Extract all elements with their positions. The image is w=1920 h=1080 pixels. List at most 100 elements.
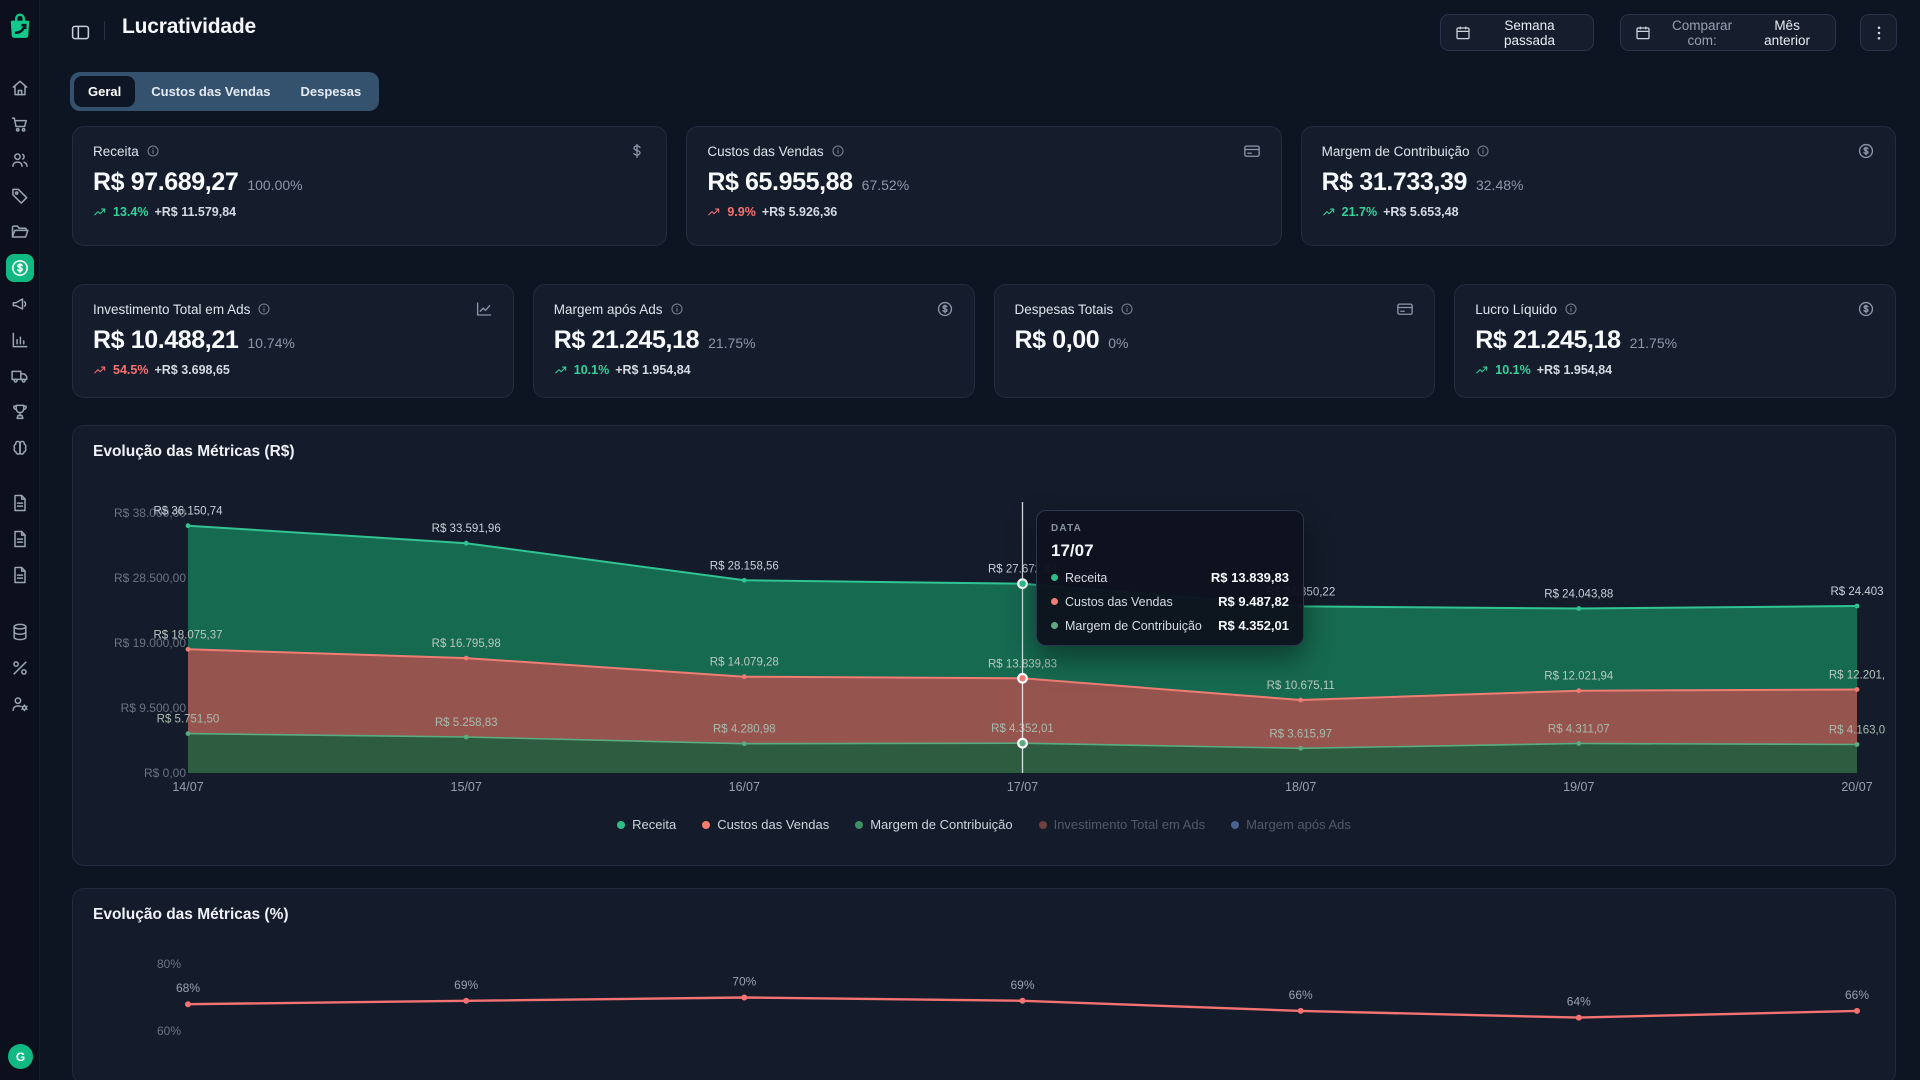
legend-item-investimento-total-em-ads[interactable]: Investimento Total em Ads: [1039, 817, 1206, 832]
hovered-point[interactable]: [1018, 739, 1027, 748]
sidebar-item-home[interactable]: [6, 74, 34, 102]
data-point[interactable]: [1576, 606, 1581, 611]
sidebar-item-shipping[interactable]: [6, 362, 34, 390]
data-point[interactable]: [464, 735, 469, 740]
data-point[interactable]: [464, 541, 469, 546]
data-point[interactable]: [463, 998, 469, 1004]
hovered-point[interactable]: [1018, 674, 1027, 683]
sidebar-item-fees[interactable]: [6, 654, 34, 682]
folder-icon: [10, 222, 30, 242]
data-point[interactable]: [186, 731, 191, 736]
more-options-button[interactable]: [1860, 14, 1897, 51]
sidebar-item-marketing[interactable]: [6, 290, 34, 318]
legend-label: Margem após Ads: [1246, 817, 1351, 832]
trend-up-icon: [1322, 205, 1336, 219]
sidebar-item-report-3[interactable]: [6, 561, 34, 589]
chartline-icon: [475, 300, 493, 318]
tooltip-row: ReceitaR$ 13.839,83: [1051, 570, 1289, 585]
sidebar-item-account-settings[interactable]: [6, 690, 34, 718]
user-avatar[interactable]: G: [8, 1044, 33, 1069]
data-point[interactable]: [742, 674, 747, 679]
data-point[interactable]: [1576, 741, 1581, 746]
data-point[interactable]: [742, 741, 747, 746]
sidebar-item-report-2[interactable]: [6, 525, 34, 553]
users-icon: [10, 150, 30, 170]
data-point[interactable]: [742, 578, 747, 583]
kpi-trend: 10.1%+R$ 1.954,84: [554, 363, 954, 377]
data-point[interactable]: [1855, 687, 1860, 692]
y-tick: 60%: [157, 1024, 181, 1038]
calendar-icon: [1455, 25, 1471, 41]
kpi-value: R$ 21.245,18: [1475, 326, 1620, 355]
kpi-label: Custos das Vendas: [707, 144, 823, 159]
tab-despesas[interactable]: Despesas: [286, 76, 375, 107]
sidebar-item-customers[interactable]: [6, 146, 34, 174]
data-point[interactable]: [186, 647, 191, 652]
file-icon: [10, 529, 30, 549]
data-point[interactable]: [1298, 746, 1303, 751]
info-icon: [257, 302, 271, 316]
info-icon: [146, 144, 160, 158]
point-label: R$ 12.021,94: [1544, 671, 1614, 683]
kpi-share: 10.74%: [247, 335, 294, 351]
data-point[interactable]: [1576, 688, 1581, 693]
kpi-value: R$ 0,00: [1015, 326, 1100, 355]
sidebar-item-profitability[interactable]: [6, 254, 34, 282]
app-logo-icon[interactable]: [7, 12, 33, 40]
sidebar-item-tags[interactable]: [6, 182, 34, 210]
tooltip-series-value: R$ 4.352,01: [1218, 618, 1289, 633]
dollar-icon: [10, 258, 30, 278]
data-point[interactable]: [1298, 1008, 1304, 1014]
sidebar-item-insights[interactable]: [6, 434, 34, 462]
sidebar-item-analytics[interactable]: [6, 326, 34, 354]
kpi-label: Margem de Contribuição: [1322, 144, 1470, 159]
sidebar-item-report-1[interactable]: [6, 489, 34, 517]
dollar-icon: [936, 300, 954, 318]
legend-item-custos-das-vendas[interactable]: Custos das Vendas: [702, 817, 829, 832]
trend-amount: +R$ 11.579,84: [154, 205, 236, 219]
sidebar-toggle-icon[interactable]: [66, 18, 94, 46]
legend-label: Receita: [632, 817, 676, 832]
period-selector-button[interactable]: Semana passada: [1440, 14, 1594, 51]
kpi-card-despesas-totais: Despesas TotaisR$ 0,000%: [994, 284, 1436, 398]
kpi-share: 21.75%: [1630, 335, 1677, 351]
x-tick: 16/07: [729, 780, 760, 794]
hovered-point[interactable]: [1018, 579, 1027, 588]
sidebar-item-database[interactable]: [6, 618, 34, 646]
legend-item-receita[interactable]: Receita: [617, 817, 676, 832]
data-point[interactable]: [464, 656, 469, 661]
chart-legend: Receita Custos das Vendas Margem de Contri…: [73, 817, 1895, 832]
data-point[interactable]: [741, 995, 747, 1001]
tooltip-header: DATA: [1051, 523, 1289, 534]
x-tick: 18/07: [1285, 780, 1316, 794]
metrics-currency-panel: R$ 38.000,00R$ 28.500,00R$ 19.000,00R$ 9…: [72, 425, 1896, 866]
data-point[interactable]: [186, 523, 191, 528]
data-point[interactable]: [1298, 698, 1303, 703]
trend-percent: 10.1%: [1495, 363, 1530, 377]
data-point[interactable]: [1576, 1015, 1582, 1021]
data-point[interactable]: [185, 1001, 191, 1007]
period-label: Semana passada: [1480, 18, 1579, 48]
point-label: R$ 24.403: [1830, 586, 1883, 598]
point-label: R$ 5.751,50: [157, 714, 220, 726]
legend-item-margem-de-contribui-o[interactable]: Margem de Contribuição: [855, 817, 1012, 832]
x-tick: 14/07: [172, 780, 203, 794]
tab-custos-das-vendas[interactable]: Custos das Vendas: [137, 76, 284, 107]
data-point[interactable]: [1855, 742, 1860, 747]
sidebar-item-files[interactable]: [6, 218, 34, 246]
kpi-card-margem-de-contribui-o: Margem de ContribuiçãoR$ 31.733,3932.48%…: [1301, 126, 1896, 246]
chart-icon: [10, 330, 30, 350]
truck-icon: [10, 366, 30, 386]
kpi-value: R$ 97.689,27: [93, 168, 238, 197]
sidebar-item-orders[interactable]: [6, 110, 34, 138]
legend-dot-icon: [702, 821, 710, 829]
point-label: R$ 24.043,88: [1544, 589, 1613, 601]
data-point[interactable]: [1854, 1008, 1860, 1014]
sidebar-item-goals[interactable]: [6, 398, 34, 426]
tab-geral[interactable]: Geral: [74, 76, 135, 107]
data-point[interactable]: [1020, 998, 1026, 1004]
legend-item-margem-ap-s-ads[interactable]: Margem após Ads: [1231, 817, 1351, 832]
data-point[interactable]: [1855, 604, 1860, 609]
compare-selector-button[interactable]: Comparar com: Mês anterior: [1620, 14, 1836, 51]
tooltip-row: Custos das VendasR$ 9.487,82: [1051, 594, 1289, 609]
